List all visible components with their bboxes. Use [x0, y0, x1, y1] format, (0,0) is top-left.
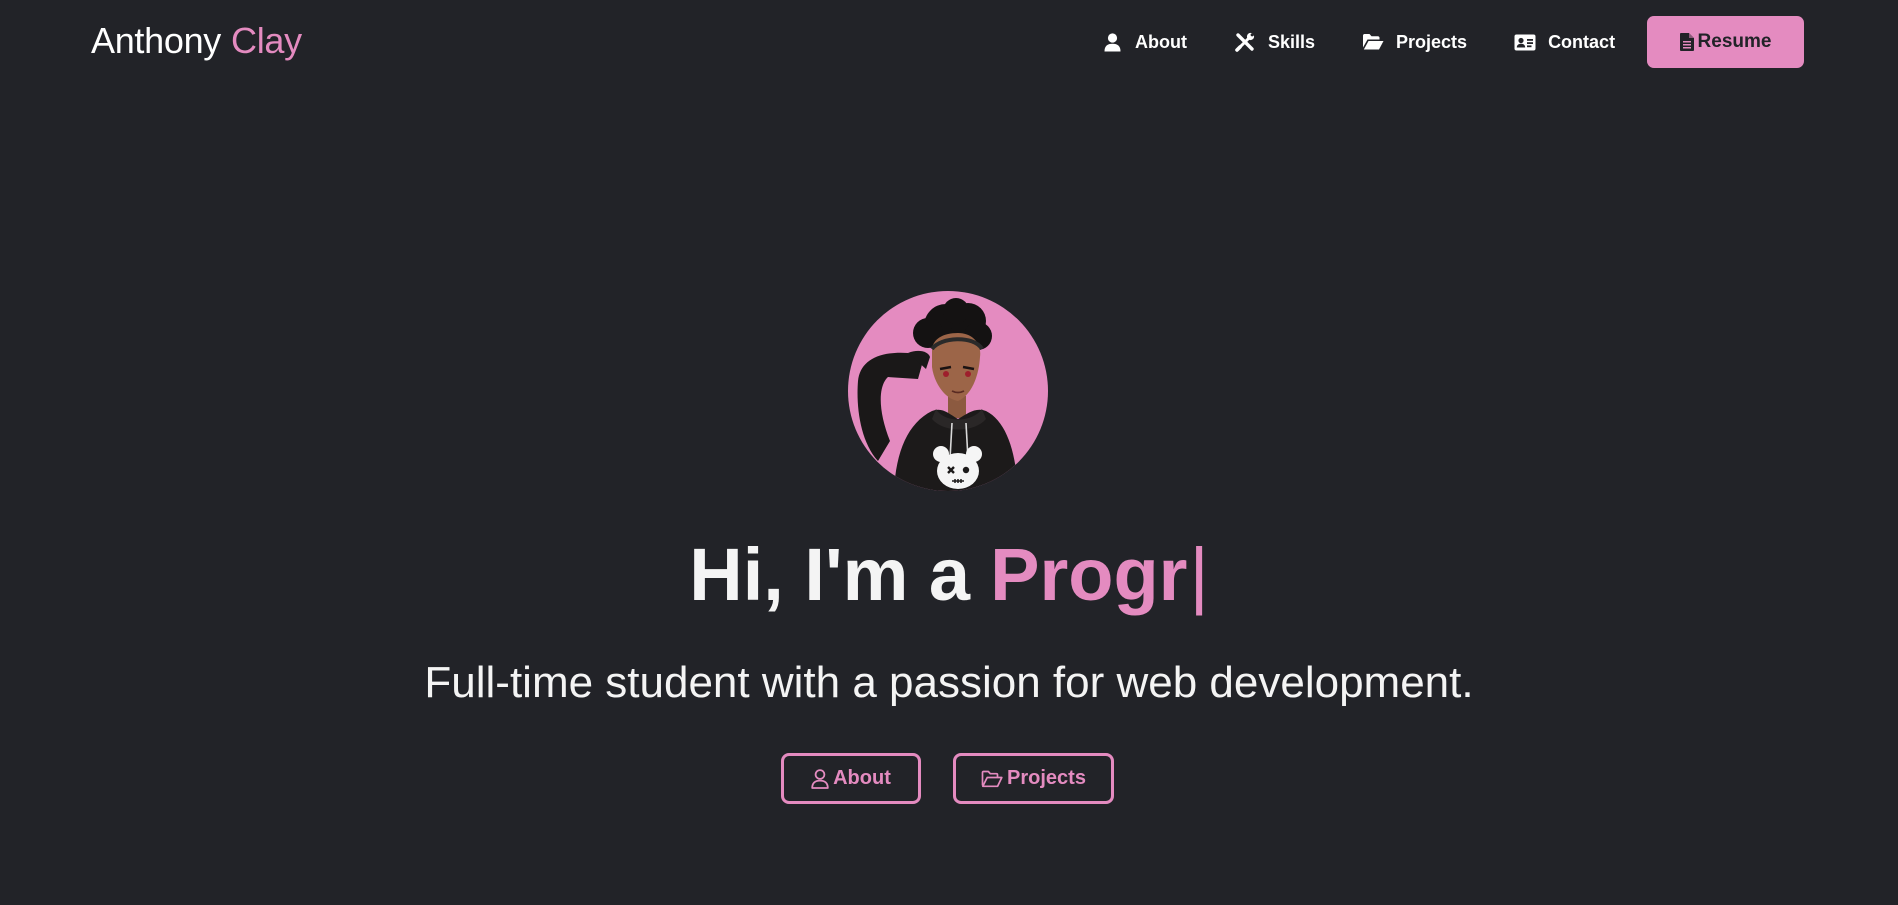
hero-headline: Hi, I'm a Progr| — [0, 530, 1898, 620]
nav-link-about[interactable]: About — [1100, 31, 1187, 53]
hero-about-label: About — [833, 767, 891, 789]
nav-link-label: Projects — [1396, 31, 1468, 52]
file-icon — [1679, 33, 1694, 51]
resume-button[interactable]: Resume — [1647, 16, 1804, 68]
hero-projects-button[interactable]: Projects — [953, 753, 1114, 804]
avatar-illustration — [857, 298, 1018, 491]
avatar — [848, 291, 1048, 491]
folder-open-outline-icon — [981, 770, 1003, 788]
brand-first-name: Anthony — [91, 20, 221, 61]
nav-link-skills[interactable]: Skills — [1233, 31, 1315, 53]
folder-open-icon — [1361, 31, 1385, 53]
nav-link-projects[interactable]: Projects — [1361, 31, 1467, 53]
resume-label: Resume — [1697, 31, 1772, 52]
headline-greeting: Hi, I'm a — [689, 533, 971, 616]
tools-icon — [1233, 31, 1257, 53]
hero-subtitle: Full-time student with a passion for web… — [424, 658, 1474, 707]
nav-links: About Skills Projects Contact — [1100, 27, 1661, 57]
user-icon — [1100, 31, 1124, 53]
hero-about-button[interactable]: About — [781, 753, 921, 804]
user-outline-icon — [811, 768, 829, 789]
navbar: Anthony Clay About Skills Projects Conta… — [0, 0, 1898, 84]
brand-logo[interactable]: Anthony Clay — [91, 20, 302, 62]
hero-projects-label: Projects — [1007, 767, 1086, 789]
nav-link-contact[interactable]: Contact — [1513, 31, 1615, 53]
headline-typed-text: Progr — [990, 533, 1188, 616]
nav-link-label: Skills — [1267, 31, 1316, 52]
brand-last-name: Clay — [231, 20, 302, 61]
typing-cursor: | — [1189, 533, 1209, 616]
address-card-icon — [1513, 31, 1537, 53]
nav-link-label: About — [1135, 31, 1187, 52]
nav-link-label: Contact — [1548, 31, 1616, 52]
